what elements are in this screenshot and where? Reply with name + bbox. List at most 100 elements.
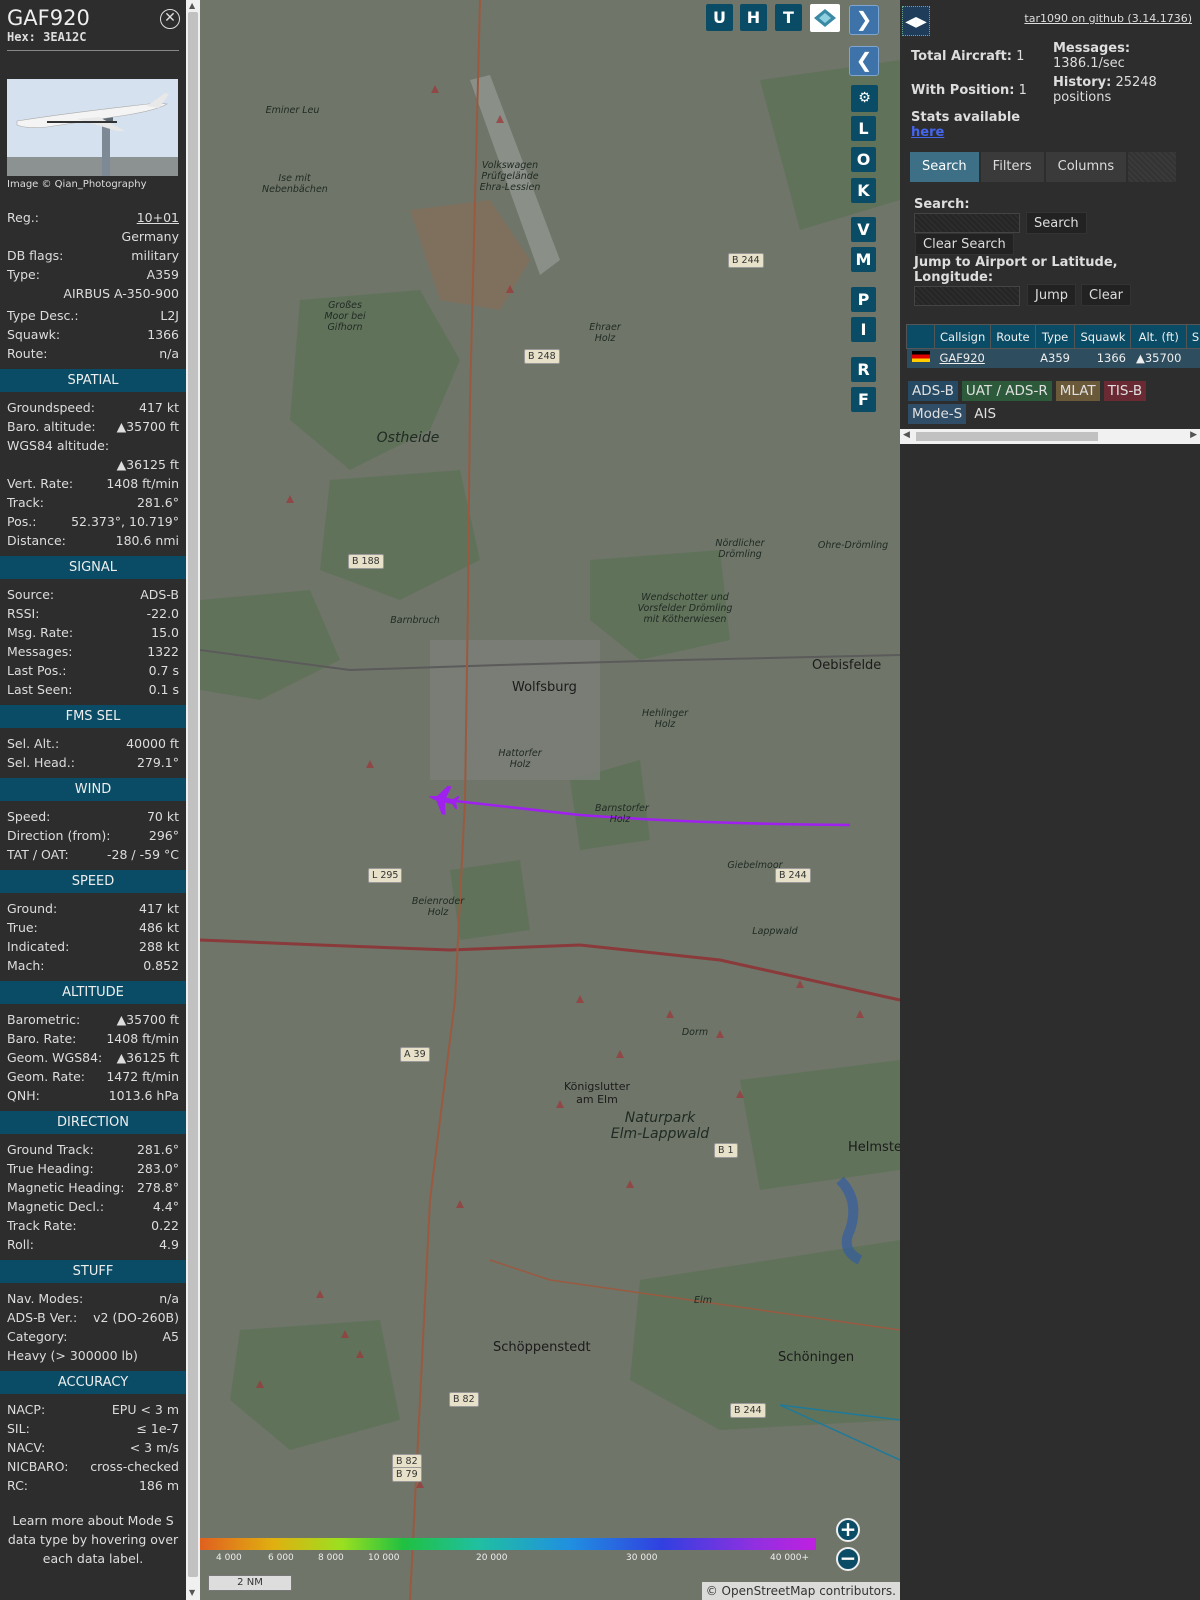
row-speed [1186,348,1200,368]
map-place-label: Lappwald [752,926,798,937]
legend-tick: 8 000 [318,1553,344,1563]
chevron-left-icon: ❮ [855,48,873,72]
search-input[interactable] [914,213,1020,233]
github-link[interactable]: tar1090 on github (3.14.1736) [1024,12,1192,25]
map-city-label: Schöppenstedt [493,1340,591,1355]
info-row: Msg. Rate: 15.0 [7,623,179,642]
info-row-label: ADS-B Ver.: [7,1310,78,1325]
clear-button[interactable]: Clear [1081,284,1131,306]
reg-link[interactable]: 10+01 [137,208,179,227]
settings-button[interactable]: ⚙ [851,85,878,112]
overlay-button-t[interactable]: T [775,4,802,31]
row-route [990,348,1036,368]
map-city-label: Oebisfelde [812,658,882,673]
source-ais[interactable]: AIS [970,404,1001,424]
info-row-label: True: [7,920,38,935]
tab-filters[interactable]: Filters [980,152,1044,182]
info-row: Last Seen: 0.1 s [7,680,179,699]
map-place-label: Barnstorfer Holz [595,803,649,825]
zoom-out-button[interactable]: − [836,1547,860,1571]
col-altitude[interactable]: Alt. (ft) [1130,324,1187,349]
type-long-value: AIRBUS A-350-900 [63,286,179,301]
info-row-label: Nav. Modes: [7,1291,84,1306]
section-header-direction: DIRECTION [0,1111,186,1134]
map-toggle-i[interactable]: I [851,317,876,342]
legend-tick: 10 000 [368,1553,400,1563]
prev-aircraft-button[interactable]: ❮ [849,46,879,76]
info-row-label: Mach: [7,958,45,973]
road-sign: L 295 [368,868,403,883]
aircraft-photo[interactable] [7,79,178,176]
zoom-in-button[interactable]: + [836,1518,860,1542]
divider [7,50,179,51]
section-header-signal: SIGNAL [0,556,186,579]
stats-link[interactable]: here [911,125,944,140]
map-place-label: Dorm [681,1027,709,1038]
col-speed[interactable]: Spd [1185,324,1200,349]
overlay-button-u[interactable]: U [706,4,733,31]
info-row-value: -28 / -59 °C [107,847,179,862]
col-squawk[interactable]: Squawk [1074,324,1132,349]
source-ads-b[interactable]: ADS-B [908,381,958,401]
info-row: True Heading: 283.0° [7,1159,179,1178]
hex-code: Hex: 3EA12C [7,30,87,44]
info-row: Ground Track: 281.6° [7,1140,179,1159]
jump-button[interactable]: Jump [1027,284,1076,306]
info-row-value: EPU < 3 m [111,1402,179,1417]
info-row-label: RC: [7,1478,29,1493]
map-toggle-o[interactable]: O [851,147,876,172]
map-toggle-m[interactable]: M [851,247,876,272]
source-tis-b[interactable]: TIS-B [1103,381,1147,401]
road-sign: B 248 [524,349,560,364]
map-toggle-k[interactable]: K [851,178,876,203]
col-type[interactable]: Type [1034,324,1076,349]
map-view[interactable]: Wolfsburg Oebisfelde Königslutter am Elm He… [200,0,900,1600]
source-uat-ads-r[interactable]: UAT / ADS-R [961,381,1052,401]
info-row-value: ▲36125 ft [116,1050,179,1065]
info-sections: SPATIAL Groundspeed: 417 kt Baro. altitude:… [0,369,186,1495]
info-row-value: 1408 ft/min [106,1031,179,1046]
info-row: Direction (from): 296° [7,826,179,845]
search-button[interactable]: Search [1026,212,1087,234]
info-row-label: Baro. Rate: [7,1031,77,1046]
info-row-label: Baro. altitude: [7,419,96,434]
info-row-value: 296° [148,828,179,843]
tab-blank [1128,152,1177,182]
info-row: RSSI: -22.0 [7,604,179,623]
overlay-button-h[interactable]: H [740,4,767,31]
map-attribution[interactable]: © OpenStreetMap contributors. [701,1582,900,1600]
tab-columns[interactable]: Columns [1045,152,1127,182]
map-toggle-r[interactable]: R [851,357,876,382]
map-toggle-f[interactable]: F [851,387,876,412]
map-city-label: Helmstedt [848,1140,900,1155]
source-mlat[interactable]: MLAT [1055,381,1100,401]
info-row: Category: A5 [7,1327,179,1346]
close-icon[interactable]: ✕ [160,9,180,29]
info-row-label: Magnetic Decl.: [7,1199,105,1214]
total-aircraft-label: Total Aircraft: [911,49,1012,64]
table-hscrollbar[interactable]: ◀ ▶ [900,429,1200,444]
table-row[interactable]: GAF920 A359 1366 ▲35700 [906,348,1200,368]
section-rows: Speed: 70 kt Direction (from): 296° TAT / OA… [0,807,186,864]
map-toggle-l[interactable]: L [851,116,876,141]
section-header-accuracy: ACCURACY [0,1371,186,1394]
info-row: Speed: 70 kt [7,807,179,826]
section-rows: Barometric: ▲35700 ft Baro. Rate: 1408 ft/m… [0,1010,186,1105]
info-scrollbar[interactable]: ▲ ▼ [186,0,200,1600]
row-callsign[interactable]: GAF920 [934,348,991,368]
map-toggle-p[interactable]: P [851,287,876,312]
col-callsign[interactable]: Callsign [933,324,992,349]
source-mode-s[interactable]: Mode-S [908,404,967,424]
jump-input[interactable] [914,286,1020,306]
info-row-value: n/a [159,1291,179,1306]
layers-button[interactable] [810,4,840,32]
tab-search[interactable]: Search [910,152,979,182]
info-row-value: 283.0° [136,1161,179,1176]
expand-sidebar-button[interactable]: ◀▶ [902,6,930,36]
info-row-label: Track Rate: [7,1218,77,1233]
col-route[interactable]: Route [990,324,1036,349]
clear-search-button[interactable]: Clear Search [915,233,1014,255]
map-toggle-v[interactable]: V [851,217,876,242]
country-value: Germany [121,229,179,244]
next-aircraft-button[interactable]: ❯ [849,5,879,35]
